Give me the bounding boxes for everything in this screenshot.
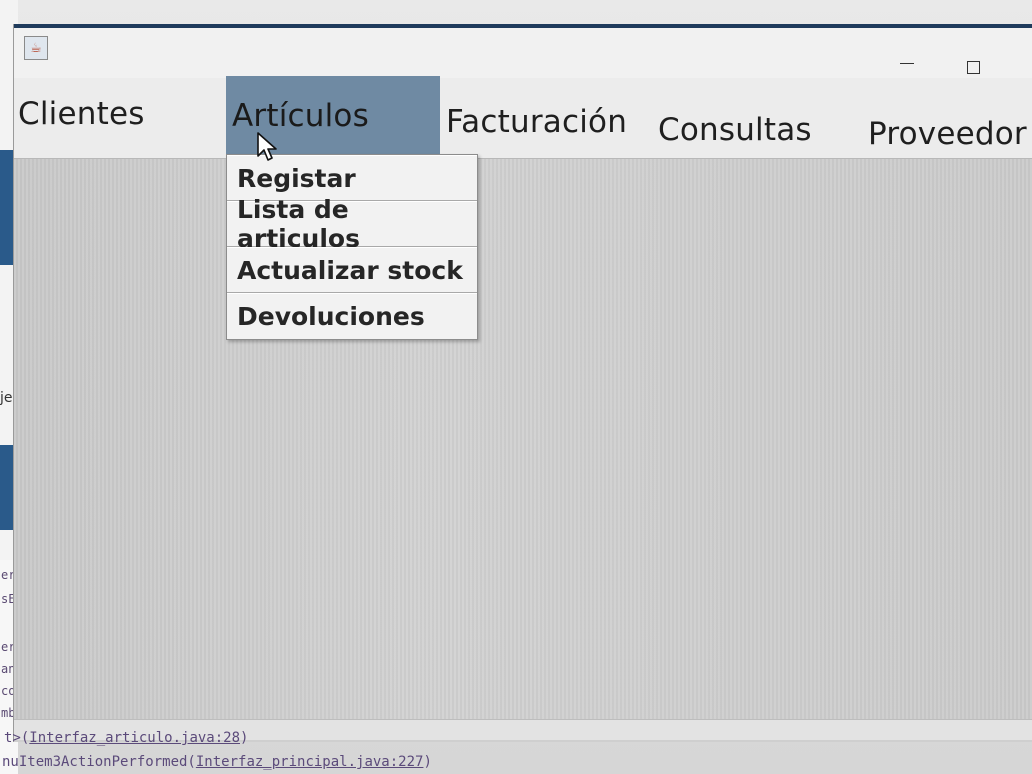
menu-facturacion[interactable]: Facturación <box>446 104 627 140</box>
minimize-icon[interactable] <box>894 54 920 80</box>
title-bar: ☕ <box>14 28 1032 78</box>
menu-clientes[interactable]: Clientes <box>18 96 145 132</box>
main-content-area <box>14 159 1032 719</box>
menu-item-actualizar-stock[interactable]: Actualizar stock <box>227 247 477 293</box>
ide-blue-band <box>0 150 14 265</box>
menu-bar: Clientes Artículos Facturación Consultas… <box>14 76 1032 159</box>
console-prefix: nuItem3ActionPerformed( <box>2 754 196 770</box>
menu-item-lista-de-articulos[interactable]: Lista de articulos <box>227 195 477 253</box>
console-prefix: t>( <box>4 730 30 746</box>
console-suffix: ) <box>423 754 432 770</box>
java-cup-icon: ☕ <box>24 36 48 60</box>
console-stack-line: nuItem3ActionPerformed(Interfaz_principa… <box>2 754 432 770</box>
console-link[interactable]: Interfaz_principal.java:227 <box>196 754 424 770</box>
menu-item-devoluciones[interactable]: Devoluciones <box>227 293 477 339</box>
console-stack-line: t>(Interfaz_articulo.java:28) <box>4 730 248 746</box>
menu-proveedores[interactable]: Proveedor <box>868 116 1027 152</box>
menu-articulos-label: Artículos <box>232 98 369 134</box>
articulos-dropdown-menu: Registar Lista de articulos Actualizar s… <box>226 154 478 340</box>
console-link[interactable]: Interfaz_articulo.java:28 <box>29 730 240 746</box>
menu-consultas[interactable]: Consultas <box>658 112 812 148</box>
console-suffix: ) <box>240 730 249 746</box>
screen: je er sE er an co mb ☕ Clientes Artículo… <box>0 0 1032 774</box>
mouse-pointer-icon <box>257 132 277 161</box>
ide-side-text: je <box>0 390 13 406</box>
maximize-icon[interactable] <box>960 54 986 80</box>
app-window: ☕ Clientes Artículos Facturación Consult… <box>14 24 1032 742</box>
